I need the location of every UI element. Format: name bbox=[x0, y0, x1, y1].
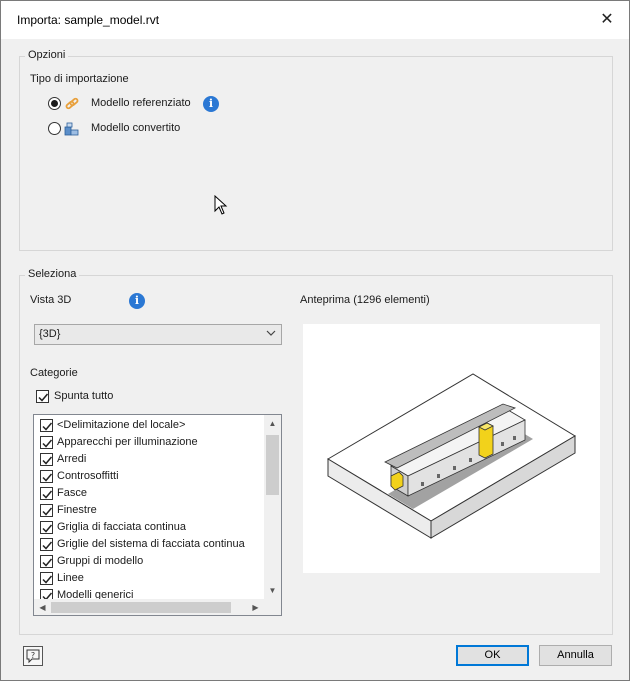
window-title: Importa: sample_model.rvt bbox=[17, 13, 160, 27]
category-label: Fasce bbox=[57, 487, 87, 499]
close-icon[interactable]: ✕ bbox=[597, 10, 617, 30]
category-label: Griglia di facciata continua bbox=[57, 521, 187, 533]
view3d-select-value: {3D} bbox=[39, 328, 61, 340]
check-icon bbox=[42, 524, 53, 533]
view3d-label: Vista 3D bbox=[30, 294, 72, 306]
referenced-model-label[interactable]: Modello referenziato bbox=[91, 97, 191, 109]
category-label: Finestre bbox=[57, 504, 97, 516]
vertical-scrollbar[interactable]: ▲ ▼ bbox=[264, 415, 281, 599]
check-icon bbox=[42, 541, 53, 550]
selection-legend: Seleziona bbox=[25, 268, 80, 280]
help-icon: ? bbox=[26, 649, 40, 664]
category-checkbox[interactable] bbox=[40, 538, 53, 551]
category-checkbox[interactable] bbox=[40, 504, 53, 517]
scroll-down-icon[interactable]: ▼ bbox=[264, 582, 281, 599]
category-row[interactable]: Griglia di facciata continua bbox=[38, 519, 264, 536]
referenced-model-radio[interactable] bbox=[48, 97, 61, 110]
category-row[interactable]: <Delimitazione del locale> bbox=[38, 417, 264, 434]
category-checkbox[interactable] bbox=[40, 436, 53, 449]
check-icon bbox=[42, 558, 53, 567]
converted-model-radio[interactable] bbox=[48, 122, 61, 135]
category-label: Apparecchi per illuminazione bbox=[57, 436, 198, 448]
link-icon bbox=[64, 96, 80, 115]
info-icon[interactable]: i bbox=[203, 96, 219, 112]
check-icon bbox=[42, 490, 53, 499]
chevron-down-icon bbox=[266, 330, 276, 336]
category-row[interactable]: Linee bbox=[38, 570, 264, 587]
category-checkbox[interactable] bbox=[40, 572, 53, 585]
check-all-checkbox[interactable] bbox=[36, 390, 49, 403]
category-label: Controsoffitti bbox=[57, 470, 119, 482]
category-row[interactable]: Fasce bbox=[38, 485, 264, 502]
category-label: Arredi bbox=[57, 453, 87, 465]
check-icon bbox=[42, 439, 53, 448]
scroll-right-icon[interactable]: ▶ bbox=[247, 599, 264, 615]
import-type-label: Tipo di importazione bbox=[30, 73, 129, 85]
svg-text:?: ? bbox=[31, 651, 35, 660]
check-icon bbox=[42, 575, 53, 584]
ok-button[interactable]: OK bbox=[456, 645, 529, 666]
category-label: Gruppi di modello bbox=[57, 555, 144, 567]
category-label: Griglie del sistema di facciata continua bbox=[57, 538, 245, 550]
category-row[interactable]: Apparecchi per illuminazione bbox=[38, 434, 264, 451]
category-label: Linee bbox=[57, 572, 84, 584]
title-bar: Importa: sample_model.rvt ✕ bbox=[1, 1, 629, 39]
category-checkbox[interactable] bbox=[40, 487, 53, 500]
category-checkbox[interactable] bbox=[40, 470, 53, 483]
category-checkbox[interactable] bbox=[40, 453, 53, 466]
cancel-button[interactable]: Annulla bbox=[539, 645, 612, 666]
category-row[interactable]: Griglie del sistema di facciata continua bbox=[38, 536, 264, 553]
preview-label: Anteprima (1296 elementi) bbox=[300, 294, 430, 306]
category-row[interactable]: Gruppi di modello bbox=[38, 553, 264, 570]
options-group: Opzioni bbox=[19, 49, 613, 251]
category-checkbox[interactable] bbox=[40, 555, 53, 568]
vertical-scroll-thumb[interactable] bbox=[266, 435, 279, 495]
check-icon bbox=[42, 422, 53, 431]
converted-model-label[interactable]: Modello convertito bbox=[91, 122, 180, 134]
category-checkbox[interactable] bbox=[40, 521, 53, 534]
view3d-info-icon[interactable]: i bbox=[129, 293, 145, 309]
check-icon bbox=[42, 456, 53, 465]
category-row[interactable]: Arredi bbox=[38, 451, 264, 468]
model-preview bbox=[303, 324, 600, 573]
view3d-select[interactable]: {3D} bbox=[34, 324, 282, 345]
import-dialog: Importa: sample_model.rvt ✕ Opzioni Tipo… bbox=[0, 0, 630, 681]
check-all-label[interactable]: Spunta tutto bbox=[54, 390, 113, 402]
building-preview-image bbox=[327, 373, 576, 539]
check-icon bbox=[42, 473, 53, 482]
category-row[interactable]: Finestre bbox=[38, 502, 264, 519]
options-legend: Opzioni bbox=[25, 49, 69, 61]
categories-list[interactable]: <Delimitazione del locale> Apparecchi per… bbox=[33, 414, 282, 616]
scroll-up-icon[interactable]: ▲ bbox=[264, 415, 281, 432]
horizontal-scroll-thumb[interactable] bbox=[51, 602, 231, 613]
horizontal-scrollbar[interactable]: ◀ ▶ bbox=[34, 599, 281, 615]
check-icon bbox=[42, 507, 53, 516]
help-button[interactable]: ? bbox=[23, 646, 43, 666]
categories-label: Categorie bbox=[30, 367, 78, 379]
category-row[interactable]: Controsoffitti bbox=[38, 468, 264, 485]
mouse-cursor-icon bbox=[214, 195, 228, 215]
scroll-left-icon[interactable]: ◀ bbox=[34, 599, 51, 615]
category-checkbox[interactable] bbox=[40, 419, 53, 432]
category-label: <Delimitazione del locale> bbox=[57, 419, 186, 431]
converted-model-icon bbox=[64, 121, 80, 140]
